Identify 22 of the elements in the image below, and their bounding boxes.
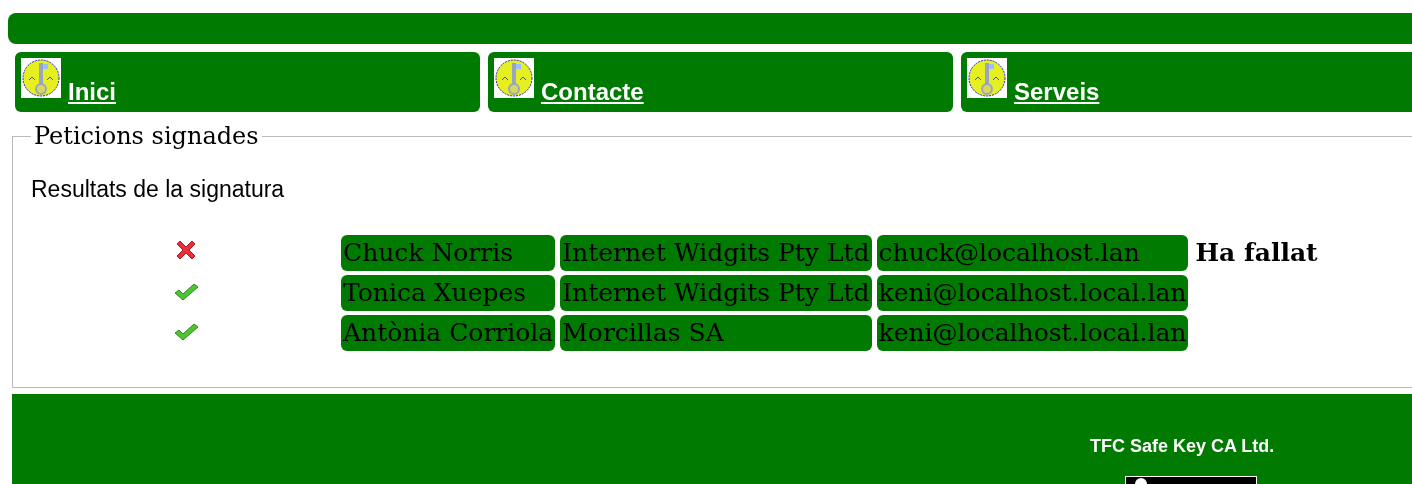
panel-legend: Peticions signades [31,122,262,150]
key-icon [494,58,534,98]
email-cell: keni@localhost.local.lan [876,275,1189,311]
name-cell: Chuck Norris [341,235,556,271]
name-cell: Antònia Corriola [341,315,556,351]
license-badge-icon [1125,476,1257,484]
nav-link[interactable]: Contacte [541,80,644,104]
organization-cell: Internet Widgits Pty Ltd [560,275,872,311]
organization-cell: Morcillas SA [560,315,872,351]
footer-company: TFC Safe Key CA Ltd. [1090,436,1275,457]
email-cell: chuck@localhost.lan [876,235,1189,271]
email-cell: keni@localhost.local.lan [876,315,1189,351]
key-icon [967,58,1007,98]
result-text: Ha fallat [1195,238,1318,267]
check-icon [173,281,199,302]
key-icon [21,58,61,98]
check-icon [173,321,199,342]
nav-link[interactable]: Serveis [1014,80,1100,104]
name-cell: Tonica Xuepes [341,275,556,311]
organization-cell: Internet Widgits Pty Ltd [560,235,872,271]
nav-link[interactable]: Inici [68,80,116,104]
results-heading: Resultats de la signatura [31,176,286,203]
